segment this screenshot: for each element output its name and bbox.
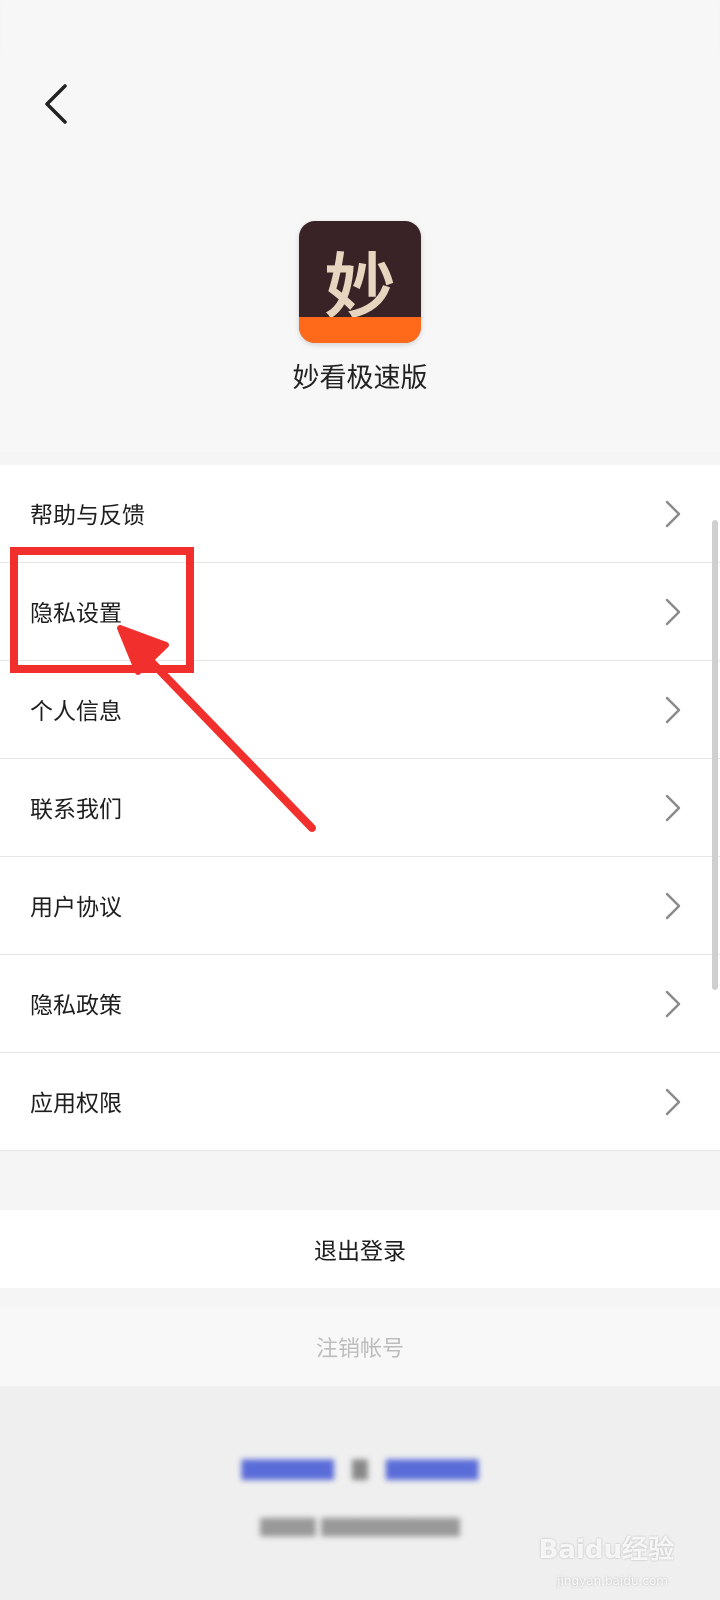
chevron-right-icon — [665, 990, 681, 1018]
chevron-right-icon — [665, 794, 681, 822]
menu-item-label: 个人信息 — [30, 699, 122, 725]
menu-item-label: 隐私政策 — [30, 993, 122, 1019]
menu-item-label: 应用权限 — [30, 1091, 122, 1117]
chevron-right-icon — [665, 1088, 681, 1116]
menu-item-personal-info[interactable]: 个人信息 — [0, 661, 720, 759]
cancel-account-button[interactable]: 注销帐号 — [0, 1308, 720, 1386]
cancel-account-label: 注销帐号 — [315, 1337, 404, 1362]
footer-links-blurred: ▇▇▇▇▇▇ ▇ ▇▇▇▇▇▇ — [0, 1456, 720, 1480]
logout-label: 退出登录 — [314, 1239, 406, 1265]
settings-menu-list: 帮助与反馈 隐私设置 个人信息 联系我们 用户协议 隐私政策 应用权限 — [0, 465, 720, 1151]
section-gap — [0, 1160, 720, 1210]
app-logo: 妙 — [299, 221, 421, 343]
chevron-right-icon — [665, 500, 681, 528]
menu-item-user-agreement[interactable]: 用户协议 — [0, 857, 720, 955]
footer-link-blurred[interactable]: ▇▇▇▇▇▇ — [242, 1456, 334, 1480]
menu-item-privacy-settings[interactable]: 隐私设置 — [0, 563, 720, 661]
settings-page: 妙 妙看极速版 帮助与反馈 隐私设置 个人信息 联系我们 用户协议 隐私政策 应… — [0, 0, 720, 1600]
menu-item-label: 联系我们 — [30, 797, 122, 823]
scrollbar[interactable] — [712, 520, 718, 990]
menu-item-privacy-policy[interactable]: 隐私政策 — [0, 955, 720, 1053]
menu-item-label: 隐私设置 — [30, 601, 122, 627]
app-name: 妙看极速版 — [292, 363, 428, 394]
footer: ▇▇▇▇▇▇ ▇ ▇▇▇▇▇▇ ▇▇▇▇ ▇▇▇▇▇▇▇▇▇▇ — [0, 1386, 720, 1600]
footer-separator: ▇ — [352, 1456, 368, 1480]
status-bar — [0, 0, 720, 56]
menu-item-contact-us[interactable]: 联系我们 — [0, 759, 720, 857]
baidu-watermark-url: jingyan.baidu.com — [557, 1574, 668, 1588]
chevron-right-icon — [665, 892, 681, 920]
back-button[interactable] — [30, 78, 82, 130]
footer-link-blurred[interactable]: ▇▇▇▇▇▇ — [386, 1456, 478, 1480]
chevron-left-icon — [45, 84, 67, 124]
menu-item-app-permissions[interactable]: 应用权限 — [0, 1053, 720, 1151]
menu-item-label: 用户协议 — [30, 895, 122, 921]
baidu-watermark: Baidu经验 — [538, 1535, 674, 1565]
menu-item-help-feedback[interactable]: 帮助与反馈 — [0, 465, 720, 563]
logo-band — [299, 317, 421, 343]
logout-button[interactable]: 退出登录 — [0, 1210, 720, 1288]
chevron-right-icon — [665, 696, 681, 724]
chevron-right-icon — [665, 598, 681, 626]
menu-item-label: 帮助与反馈 — [30, 503, 145, 529]
